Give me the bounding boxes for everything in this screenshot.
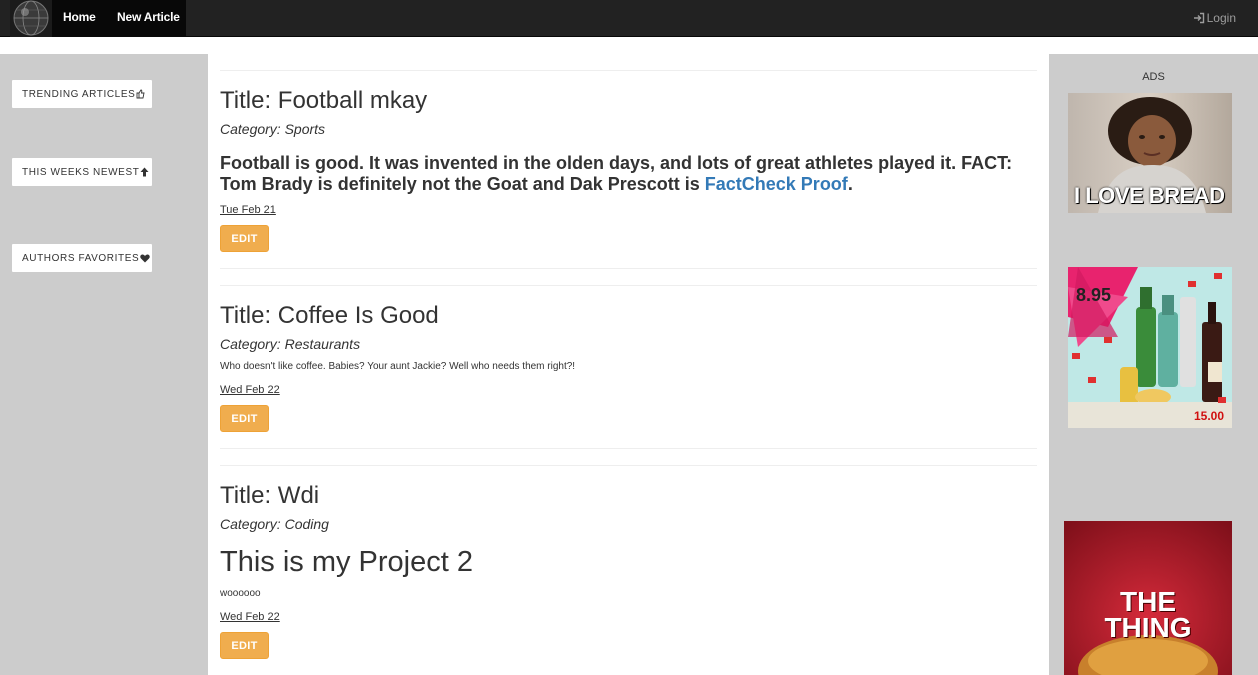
nav-home-link[interactable]: Home	[63, 10, 96, 24]
article-body-end: .	[847, 174, 853, 194]
heart-icon	[140, 254, 150, 263]
article-body: Who doesn't like coffee. Babies? Your au…	[220, 361, 576, 372]
article-body: Football is good. It was invented in the…	[220, 153, 1020, 195]
divider	[220, 465, 1037, 466]
nav-login-link[interactable]: Login	[1193, 11, 1236, 25]
ad-price: 8.95	[1076, 285, 1112, 305]
article-date-link[interactable]: Wed Feb 22	[220, 611, 280, 623]
ads-sidebar: ADS I LOVE BREAD 8.95 15.00 THE THING	[1049, 54, 1258, 675]
login-icon	[1193, 12, 1205, 24]
article-title: Title: Football mkay	[220, 87, 428, 114]
login-label: Login	[1206, 11, 1236, 25]
ad-caption: THE THING	[1104, 586, 1192, 643]
sidebar-item-label: THIS WEEKS NEWEST	[22, 166, 140, 178]
article-title: Title: Coffee Is Good	[220, 302, 439, 329]
nav-new-article-link[interactable]: New Article	[117, 10, 180, 24]
article-category: Category: Sports	[220, 121, 326, 137]
ad-image-burger[interactable]: THE THING	[1064, 521, 1232, 675]
sidebar-item-label: TRENDING ARTICLES	[22, 88, 136, 100]
edit-button[interactable]: EDIT	[220, 225, 269, 252]
ads-label: ADS	[1142, 71, 1165, 83]
sidebar: TRENDING ARTICLES THIS WEEKS NEWEST AUTH…	[0, 54, 208, 675]
this-weeks-newest-button[interactable]: THIS WEEKS NEWEST	[11, 157, 153, 187]
thumbs-up-icon	[136, 89, 145, 99]
divider	[220, 285, 1037, 286]
article-body-text: Football is good. It was invented in the…	[220, 153, 1013, 194]
article-category: Category: Restaurants	[220, 336, 361, 352]
ad-caption: I LOVE BREAD	[1074, 183, 1225, 208]
arrow-up-icon	[140, 167, 149, 177]
edit-button[interactable]: EDIT	[220, 632, 269, 659]
divider	[220, 268, 1037, 269]
ad-image-grocery[interactable]: 8.95 15.00	[1068, 267, 1232, 428]
authors-favorites-button[interactable]: AUTHORS FAVORITES	[11, 243, 153, 273]
trending-articles-button[interactable]: TRENDING ARTICLES	[11, 79, 153, 109]
ad-image-bread[interactable]: I LOVE BREAD	[1068, 93, 1232, 213]
article-category: Category: Coding	[220, 516, 329, 532]
article-date-link[interactable]: Tue Feb 21	[220, 204, 276, 216]
logo-globe[interactable]	[10, 0, 52, 37]
navbar: Home New Article Login	[0, 0, 1258, 37]
edit-button[interactable]: EDIT	[220, 405, 269, 432]
article-date-link[interactable]: Wed Feb 22	[220, 384, 280, 396]
article-title: Title: Wdi	[220, 482, 320, 509]
article-list: Title: Football mkay Category: Sports Fo…	[220, 54, 1037, 675]
divider	[220, 448, 1037, 449]
article-body: woooooo	[220, 588, 261, 599]
divider	[220, 70, 1037, 71]
article-heading: This is my Project 2	[220, 546, 473, 578]
ad-price: 15.00	[1194, 409, 1225, 423]
sidebar-item-label: AUTHORS FAVORITES	[22, 252, 140, 264]
factcheck-proof-link[interactable]: FactCheck Proof	[705, 174, 848, 194]
